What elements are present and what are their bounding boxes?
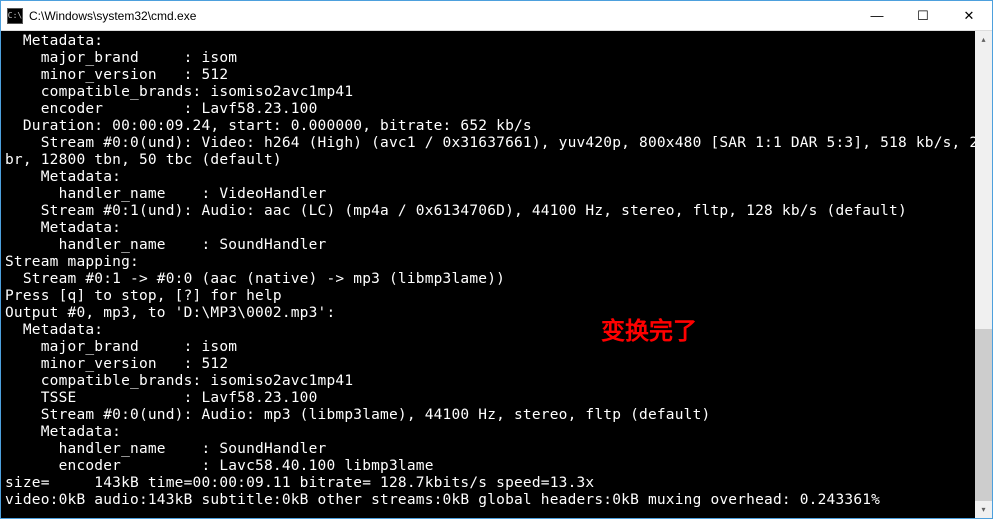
scroll-down-arrow[interactable]: ▾ bbox=[975, 501, 992, 518]
console-area[interactable]: Metadata: major_brand : isom minor_versi… bbox=[1, 31, 992, 518]
cmd-icon: C:\ bbox=[7, 8, 23, 24]
maximize-button[interactable]: ☐ bbox=[900, 1, 946, 30]
window-titlebar: C:\ C:\Windows\system32\cmd.exe — ☐ ✕ bbox=[1, 1, 992, 31]
window-title: C:\Windows\system32\cmd.exe bbox=[29, 9, 854, 23]
annotation-overlay: 变换完了 bbox=[601, 311, 697, 346]
minimize-button[interactable]: — bbox=[854, 1, 900, 30]
window-controls: — ☐ ✕ bbox=[854, 1, 992, 30]
close-button[interactable]: ✕ bbox=[946, 1, 992, 30]
scroll-up-arrow[interactable]: ▴ bbox=[975, 31, 992, 48]
scroll-thumb[interactable] bbox=[975, 329, 992, 501]
vertical-scrollbar[interactable]: ▴ ▾ bbox=[975, 31, 992, 518]
scroll-track[interactable] bbox=[975, 48, 992, 501]
console-output: Metadata: major_brand : isom minor_versi… bbox=[1, 31, 992, 518]
